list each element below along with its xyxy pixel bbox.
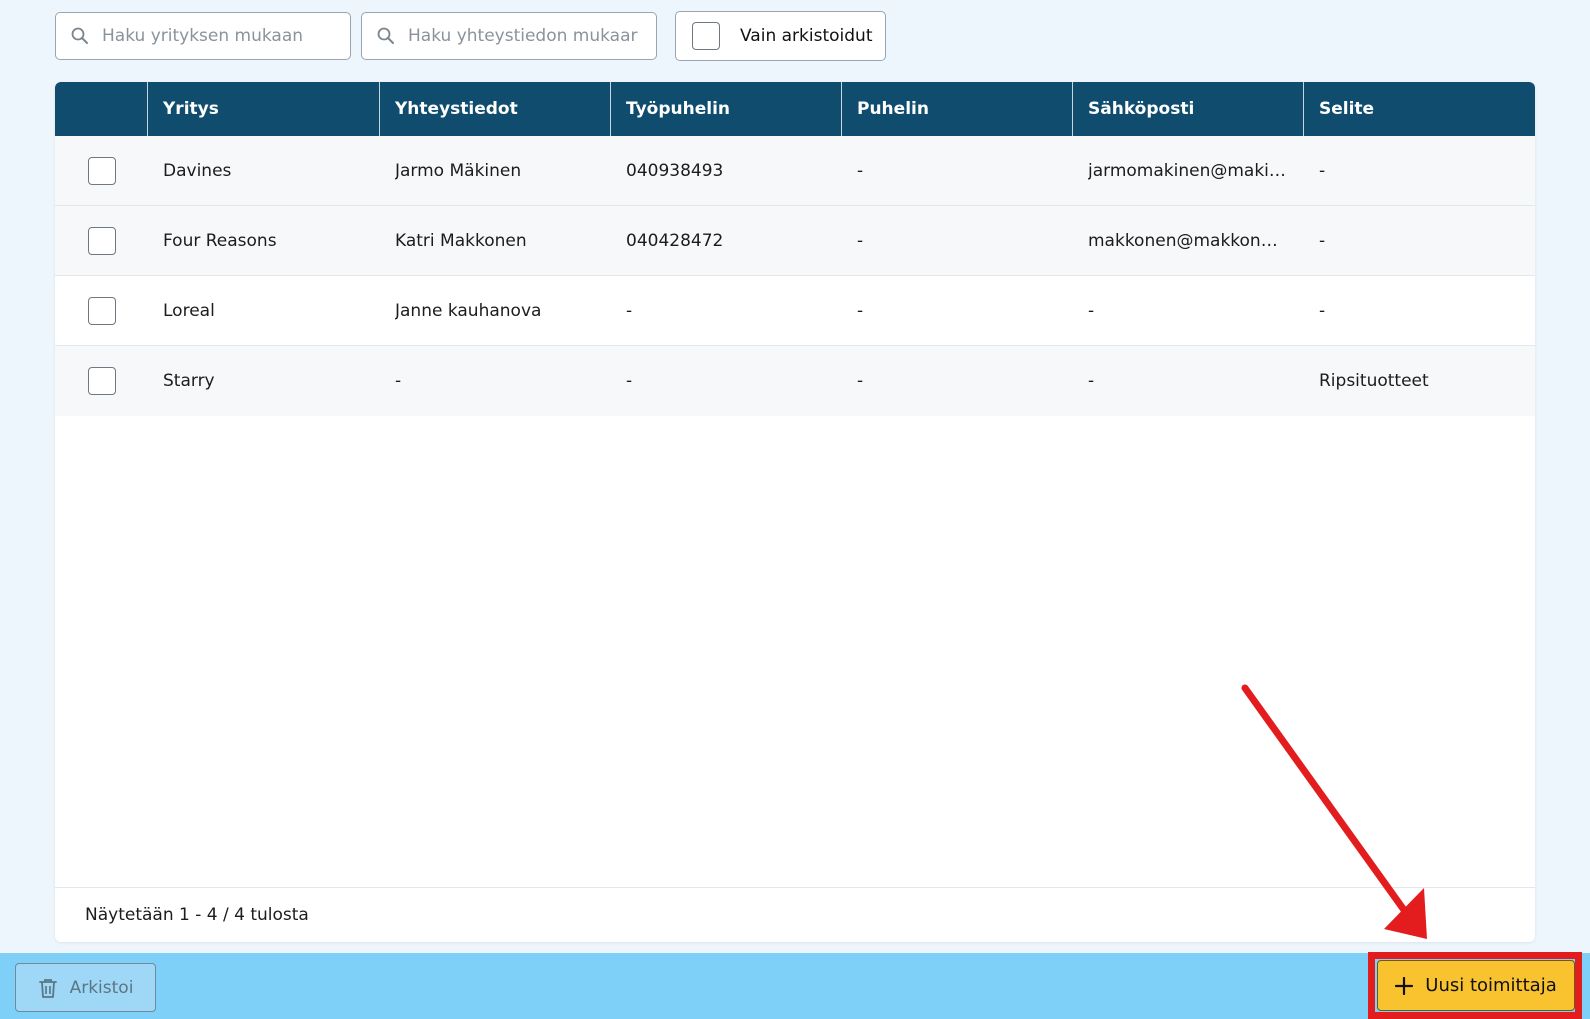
- pagination-summary: Näytetään 1 - 4 / 4 tulosta: [55, 887, 1535, 942]
- search-icon: [376, 26, 396, 46]
- result-count-text: Näytetään 1 - 4 / 4 tulosta: [85, 905, 309, 925]
- contact-search-field[interactable]: [361, 12, 657, 60]
- cell-email: -: [1088, 300, 1095, 321]
- table-row[interactable]: Davines Jarmo Mäkinen 040938493 - jarmom…: [55, 136, 1535, 206]
- cell-email: makkonen@makkonen...: [1088, 230, 1288, 251]
- archived-only-filter[interactable]: Vain arkistoidut: [675, 11, 886, 61]
- cell-company: Davines: [163, 160, 232, 181]
- archive-button-label: Arkistoi: [69, 977, 134, 998]
- cell-phone: -: [857, 371, 864, 391]
- archived-only-label: Vain arkistoidut: [740, 26, 873, 46]
- cell-email: -: [1088, 371, 1095, 391]
- new-supplier-button-label: Uusi toimittaja: [1425, 975, 1557, 996]
- cell-description: -: [1319, 230, 1326, 251]
- cell-contact: Jarmo Mäkinen: [395, 160, 522, 181]
- cell-contact: Janne kauhanova: [395, 300, 542, 321]
- plus-icon: [1395, 976, 1414, 995]
- header-description[interactable]: Selite: [1304, 82, 1535, 136]
- header-work-phone[interactable]: Työpuhelin: [611, 82, 842, 136]
- cell-work-phone: -: [626, 371, 633, 391]
- trash-icon: [38, 977, 58, 999]
- table-row[interactable]: Starry - - - - Ripsituotteet: [55, 346, 1535, 416]
- cell-phone: -: [857, 230, 864, 251]
- company-search-field[interactable]: [55, 12, 351, 60]
- cell-work-phone: 040938493: [626, 160, 724, 181]
- table-header: Yritys Yhteystiedot Työpuhelin Puhelin S…: [55, 82, 1535, 136]
- row-checkbox[interactable]: [87, 367, 116, 395]
- cell-company: Loreal: [163, 300, 215, 321]
- header-phone[interactable]: Puhelin: [842, 82, 1073, 136]
- table-row[interactable]: Loreal Janne kauhanova - - - -: [55, 276, 1535, 346]
- cell-work-phone: -: [626, 300, 633, 321]
- bottom-action-bar: Arkistoi: [0, 953, 1590, 1019]
- cell-company: Four Reasons: [163, 230, 277, 251]
- cell-description: -: [1319, 300, 1326, 321]
- cell-email: jarmomakinen@makin...: [1088, 160, 1288, 181]
- new-supplier-button[interactable]: Uusi toimittaja: [1377, 960, 1575, 1011]
- row-checkbox[interactable]: [87, 296, 116, 325]
- archived-only-checkbox[interactable]: [692, 22, 720, 50]
- cell-work-phone: 040428472: [626, 230, 724, 251]
- cell-description: Ripsituotteet: [1319, 371, 1429, 391]
- row-checkbox[interactable]: [87, 156, 116, 185]
- cell-phone: -: [857, 300, 864, 321]
- cell-contact: -: [395, 371, 402, 391]
- table-row[interactable]: Four Reasons Katri Makkonen 040428472 - …: [55, 206, 1535, 276]
- search-icon: [70, 26, 90, 46]
- cell-phone: -: [857, 160, 864, 181]
- suppliers-table: Yritys Yhteystiedot Työpuhelin Puhelin S…: [55, 82, 1535, 942]
- archive-button[interactable]: Arkistoi: [15, 963, 156, 1012]
- header-select-column: [55, 82, 148, 136]
- header-email[interactable]: Sähköposti: [1073, 82, 1304, 136]
- header-company[interactable]: Yritys: [148, 82, 380, 136]
- cell-description: -: [1319, 160, 1326, 181]
- cell-contact: Katri Makkonen: [395, 230, 527, 251]
- contact-search-input[interactable]: [406, 25, 640, 47]
- row-checkbox[interactable]: [87, 226, 116, 255]
- header-contact[interactable]: Yhteystiedot: [380, 82, 611, 136]
- cell-company: Starry: [163, 371, 215, 391]
- company-search-input[interactable]: [100, 25, 334, 47]
